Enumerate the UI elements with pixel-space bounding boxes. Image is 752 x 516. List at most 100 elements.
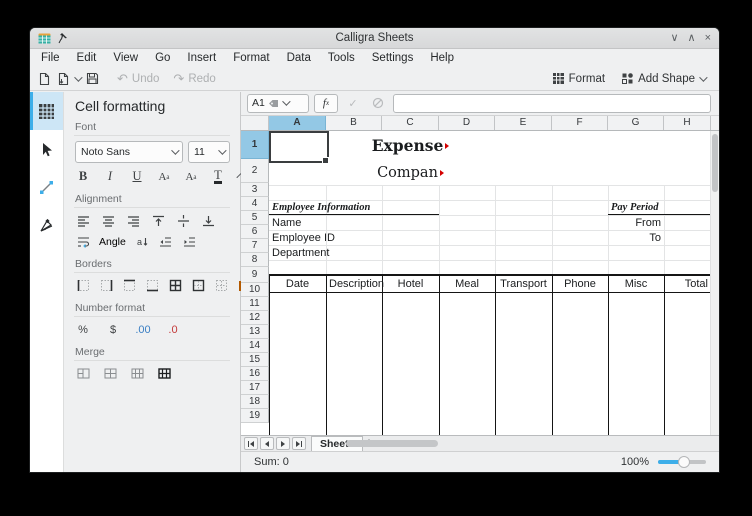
align-left-button[interactable]	[75, 213, 91, 228]
add-shape-button[interactable]: Add Shape	[621, 72, 705, 85]
subscript-button[interactable]: Aa	[183, 169, 199, 184]
previous-sheet-button[interactable]	[260, 437, 274, 450]
text-color-button[interactable]: T	[210, 169, 226, 184]
cell-text[interactable]: Employee Information	[269, 200, 326, 215]
column-header-D[interactable]: D	[439, 116, 495, 131]
cell-text[interactable]: Phone	[552, 275, 608, 292]
border-all-button[interactable]	[167, 278, 183, 293]
close-button[interactable]: ×	[705, 28, 711, 48]
cell-text[interactable]: Name	[269, 215, 326, 230]
font-size-select[interactable]: 11	[188, 141, 230, 163]
titlebar[interactable]: Calligra Sheets ∨ ∧ ×	[30, 28, 719, 49]
next-sheet-button[interactable]	[276, 437, 290, 450]
row-header-13[interactable]: 13	[241, 325, 269, 339]
row-header-6[interactable]: 6	[241, 225, 269, 239]
insert-function-button[interactable]: fx	[314, 94, 338, 113]
border-none-button[interactable]	[213, 278, 229, 293]
font-family-select[interactable]: Noto Sans	[75, 141, 183, 163]
bold-button[interactable]: B	[75, 169, 91, 184]
cell-text[interactable]: Employee ID	[269, 230, 326, 245]
border-left-button[interactable]	[75, 278, 91, 293]
row-header-18[interactable]: 18	[241, 395, 269, 409]
tool-path-edit[interactable]	[30, 206, 63, 244]
row-header-4[interactable]: 4	[241, 197, 269, 211]
column-header-B[interactable]: B	[326, 116, 382, 131]
merge-vertical-button[interactable]	[129, 366, 145, 381]
cancel-formula-button[interactable]	[368, 95, 388, 112]
row-header-17[interactable]: 17	[241, 381, 269, 395]
cell-text[interactable]: Misc	[608, 275, 664, 292]
percent-format-button[interactable]: %	[75, 322, 91, 337]
border-right-button[interactable]	[98, 278, 114, 293]
open-recent-chevron-icon[interactable]	[74, 73, 82, 81]
column-header-C[interactable]: C	[382, 116, 439, 131]
menu-data[interactable]: Data	[287, 52, 311, 64]
tool-selection[interactable]	[30, 130, 63, 168]
superscript-button[interactable]: Aa	[156, 169, 172, 184]
cell-text[interactable]: Expense	[382, 131, 439, 160]
maximize-button[interactable]: ∧	[688, 28, 696, 48]
column-header-A[interactable]: A	[269, 116, 326, 131]
row-header-1[interactable]: 1	[241, 131, 269, 159]
row-header-14[interactable]: 14	[241, 339, 269, 353]
active-cell-selection[interactable]	[269, 131, 329, 163]
last-sheet-button[interactable]	[292, 437, 306, 450]
border-top-button[interactable]	[121, 278, 137, 293]
cell-text[interactable]: Transport	[495, 275, 552, 292]
unmerge-cells-button[interactable]	[156, 366, 172, 381]
menu-edit[interactable]: Edit	[77, 52, 97, 64]
cell-text[interactable]: Total	[664, 275, 711, 292]
align-middle-button[interactable]	[175, 213, 191, 228]
menu-go[interactable]: Go	[155, 52, 170, 64]
cell-text[interactable]: Department	[269, 245, 326, 260]
row-header-19[interactable]: 19	[241, 409, 269, 423]
row-header-15[interactable]: 15	[241, 353, 269, 367]
selection-fill-handle[interactable]	[322, 157, 329, 164]
open-document-button[interactable]	[57, 72, 80, 86]
cell-reference-chevron-icon[interactable]	[282, 98, 290, 106]
merge-horizontal-button[interactable]	[102, 366, 118, 381]
cell-reference-box[interactable]: A1	[247, 94, 309, 113]
tool-cell-formatting[interactable]	[30, 92, 63, 130]
row-header-9[interactable]: 9	[241, 267, 269, 283]
cell-grid[interactable]: 12345678910111213141516171819 ExpenseCom…	[241, 131, 719, 435]
row-header-11[interactable]: 11	[241, 297, 269, 311]
redo-button[interactable]: ↷ Redo	[173, 73, 215, 85]
wrap-text-button[interactable]	[75, 234, 91, 249]
row-header-7[interactable]: 7	[241, 239, 269, 253]
cell-text[interactable]: From	[608, 215, 664, 230]
minimize-button[interactable]: ∨	[670, 28, 678, 48]
row-header-8[interactable]: 8	[241, 253, 269, 267]
column-header-E[interactable]: E	[495, 116, 552, 131]
menu-settings[interactable]: Settings	[372, 52, 414, 64]
menu-file[interactable]: File	[41, 52, 60, 64]
cell-text[interactable]: To	[608, 230, 664, 245]
increase-precision-button[interactable]: .00	[135, 322, 151, 337]
underline-button[interactable]: U	[129, 169, 145, 184]
row-header-16[interactable]: 16	[241, 367, 269, 381]
decrease-precision-button[interactable]: .0	[165, 322, 181, 337]
undo-button[interactable]: ↶ Undo	[117, 73, 159, 85]
formula-input[interactable]	[393, 94, 711, 113]
border-outer-button[interactable]	[190, 278, 206, 293]
first-sheet-button[interactable]	[244, 437, 258, 450]
cell-text[interactable]: Pay Period	[608, 200, 664, 215]
cell-text[interactable]: Compan	[382, 160, 439, 185]
zoom-slider[interactable]	[658, 460, 706, 464]
accept-formula-button[interactable]: ✓	[343, 95, 363, 112]
merge-cells-button[interactable]	[75, 366, 91, 381]
row-header-5[interactable]: 5	[241, 211, 269, 225]
decrease-indent-button[interactable]	[158, 234, 174, 249]
save-button[interactable]	[86, 72, 99, 85]
menu-format[interactable]: Format	[233, 52, 269, 64]
column-header-F[interactable]: F	[552, 116, 608, 131]
select-all-corner[interactable]	[241, 116, 269, 131]
horizontal-scrollbar-thumb[interactable]	[346, 440, 438, 447]
border-bottom-button[interactable]	[144, 278, 160, 293]
menu-tools[interactable]: Tools	[328, 52, 355, 64]
cell-text[interactable]: Meal	[439, 275, 495, 292]
cell-text[interactable]: Description	[326, 275, 382, 292]
menu-view[interactable]: View	[113, 52, 138, 64]
currency-format-button[interactable]: $	[105, 322, 121, 337]
menu-help[interactable]: Help	[430, 52, 454, 64]
